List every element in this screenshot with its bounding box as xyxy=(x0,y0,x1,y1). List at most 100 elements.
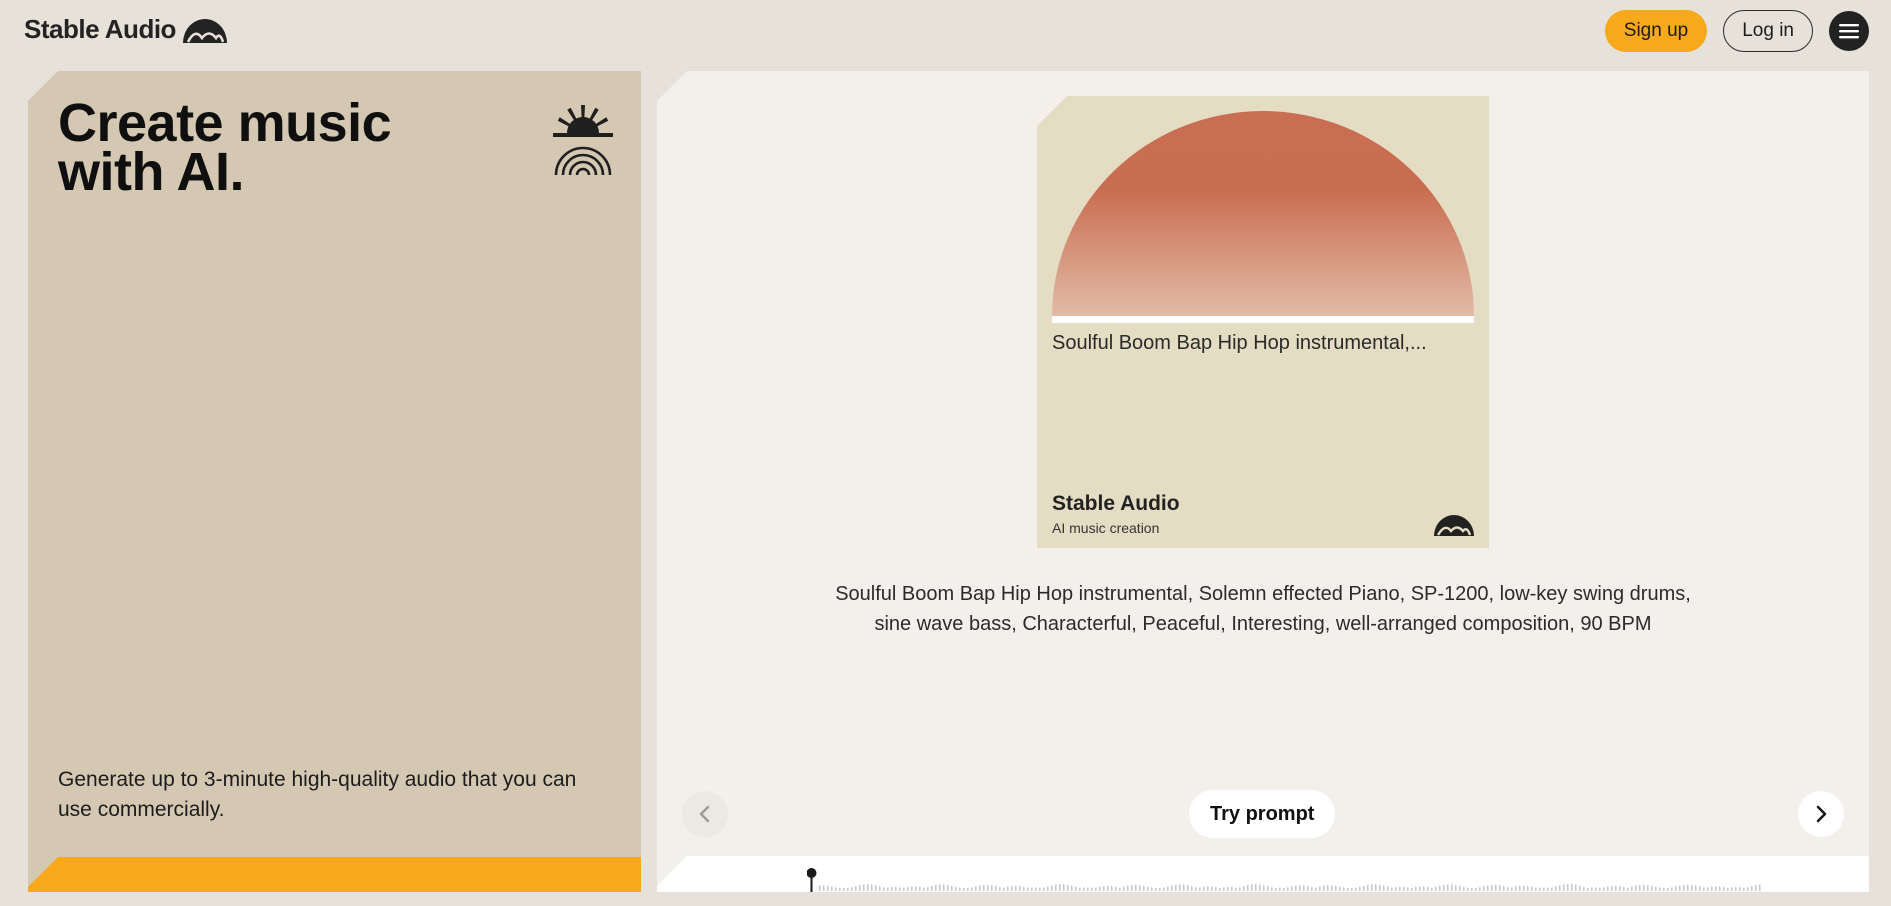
waveform-bar xyxy=(1111,886,1113,891)
audio-waveform[interactable] xyxy=(807,856,1767,906)
waveform-bar xyxy=(1571,884,1573,891)
waveform-bar xyxy=(1447,884,1449,891)
waveform-bar xyxy=(1283,887,1285,891)
waveform-bar xyxy=(1091,887,1093,891)
waveform-bar xyxy=(1551,887,1553,891)
waveform-bar xyxy=(1015,885,1017,891)
waveform-bar xyxy=(1063,884,1065,891)
waveform-bar xyxy=(1647,885,1649,891)
waveform-bar xyxy=(1359,886,1361,891)
waveform-bar xyxy=(1363,885,1365,891)
waveform-bar xyxy=(1747,887,1749,891)
waveform-bar xyxy=(1507,887,1509,891)
waveform-bar xyxy=(943,884,945,891)
waveform-bar xyxy=(1619,886,1621,891)
waveform-bar xyxy=(1047,886,1049,891)
waveform-bar xyxy=(1391,887,1393,891)
waveform-bar xyxy=(1535,887,1537,891)
chevron-left-icon xyxy=(699,805,710,823)
waveform-bar xyxy=(1671,887,1673,891)
get-started-strip[interactable] xyxy=(28,857,641,892)
waveform-bar xyxy=(1695,885,1697,891)
waveform-bar xyxy=(939,884,941,891)
signup-button[interactable]: Sign up xyxy=(1604,10,1708,52)
brand-logo[interactable]: Stable Audio xyxy=(24,14,228,45)
waveform-bar xyxy=(1323,885,1325,891)
waveform-bar xyxy=(1519,885,1521,891)
waveform-bar xyxy=(1151,887,1153,891)
waveform-bar xyxy=(1655,886,1657,891)
waveform-bar xyxy=(987,884,989,891)
waveform-bar xyxy=(947,884,949,891)
waveform-bar xyxy=(1455,885,1457,891)
waveform-bar xyxy=(1439,885,1441,891)
waveform-bar xyxy=(935,884,937,891)
waveform-bar xyxy=(1227,887,1229,891)
waveform-bar xyxy=(1743,887,1745,891)
waveform-bar xyxy=(1463,886,1465,891)
waveform-bar xyxy=(1367,884,1369,891)
waveform-bar xyxy=(1527,886,1529,891)
waveform-bar xyxy=(1279,887,1281,891)
album-card[interactable]: Soulful Boom Bap Hip Hop instrumental,..… xyxy=(1037,96,1489,548)
waveform-bar xyxy=(995,885,997,891)
waveform-bar xyxy=(991,885,993,891)
waveform-bar xyxy=(1315,887,1317,891)
waveform-bar xyxy=(839,887,841,891)
brand-name: Stable Audio xyxy=(24,14,176,44)
waveform-bar xyxy=(1127,885,1129,891)
waveform-bar xyxy=(1735,887,1737,891)
waveform-bar xyxy=(1411,887,1413,891)
waveform-bar xyxy=(1155,887,1157,891)
waveform-bar xyxy=(1259,884,1261,891)
waveform-bar xyxy=(875,885,877,891)
waveform-bar xyxy=(1235,887,1237,891)
waveform-bar xyxy=(1231,887,1233,891)
waveform-bar xyxy=(1699,886,1701,891)
waveform-bar xyxy=(1503,886,1505,891)
waveform-bar xyxy=(835,887,837,891)
next-button[interactable] xyxy=(1798,791,1844,837)
waveform-bar xyxy=(1583,886,1585,891)
menu-button[interactable] xyxy=(1829,11,1869,51)
waveform-bar xyxy=(1435,886,1437,891)
waveform-bar xyxy=(1163,887,1165,891)
waveform-bar xyxy=(919,886,921,891)
waveform-bar xyxy=(1467,887,1469,891)
previous-button[interactable] xyxy=(682,791,728,837)
waveform-bar xyxy=(1651,885,1653,891)
waveform-bar xyxy=(1531,886,1533,891)
prompt-text: Soulful Boom Bap Hip Hop instrumental, S… xyxy=(835,583,1691,635)
album-title: Soulful Boom Bap Hip Hop instrumental,..… xyxy=(1052,332,1427,354)
album-tagline: AI music creation xyxy=(1052,520,1160,536)
waveform-bar xyxy=(1595,887,1597,891)
waveform-bar xyxy=(1555,886,1557,891)
waveform-bar xyxy=(1247,885,1249,891)
waveform-bar xyxy=(1327,885,1329,891)
waveform-bar xyxy=(1523,885,1525,891)
waveform-bar xyxy=(1563,884,1565,891)
waveform-bar xyxy=(1427,886,1429,891)
waveform-bar xyxy=(1351,887,1353,891)
waveform-bar xyxy=(867,884,869,891)
waveform-bar xyxy=(855,886,857,891)
waveform-bar xyxy=(1159,887,1161,891)
waveform-bar xyxy=(971,887,973,891)
playhead-handle[interactable] xyxy=(807,868,817,878)
hero-title: Create music with AI. xyxy=(58,96,392,199)
waveform-bar xyxy=(1515,886,1517,891)
waveform-bar xyxy=(907,887,909,891)
waveform-bar xyxy=(1251,884,1253,891)
waveform-bar xyxy=(1287,887,1289,891)
waveform-bar xyxy=(1191,886,1193,891)
waveform-bar xyxy=(1183,884,1185,891)
waveform-bar xyxy=(1403,886,1405,891)
try-prompt-button[interactable]: Try prompt xyxy=(1189,790,1336,838)
waveform-bar xyxy=(1131,884,1133,891)
login-button[interactable]: Log in xyxy=(1723,10,1813,52)
waveform-bar xyxy=(1275,887,1277,891)
waveform-bar xyxy=(1083,887,1085,891)
waveform-bar xyxy=(1739,887,1741,891)
waveform-bar xyxy=(1071,885,1073,891)
waveform-bar xyxy=(1423,886,1425,891)
